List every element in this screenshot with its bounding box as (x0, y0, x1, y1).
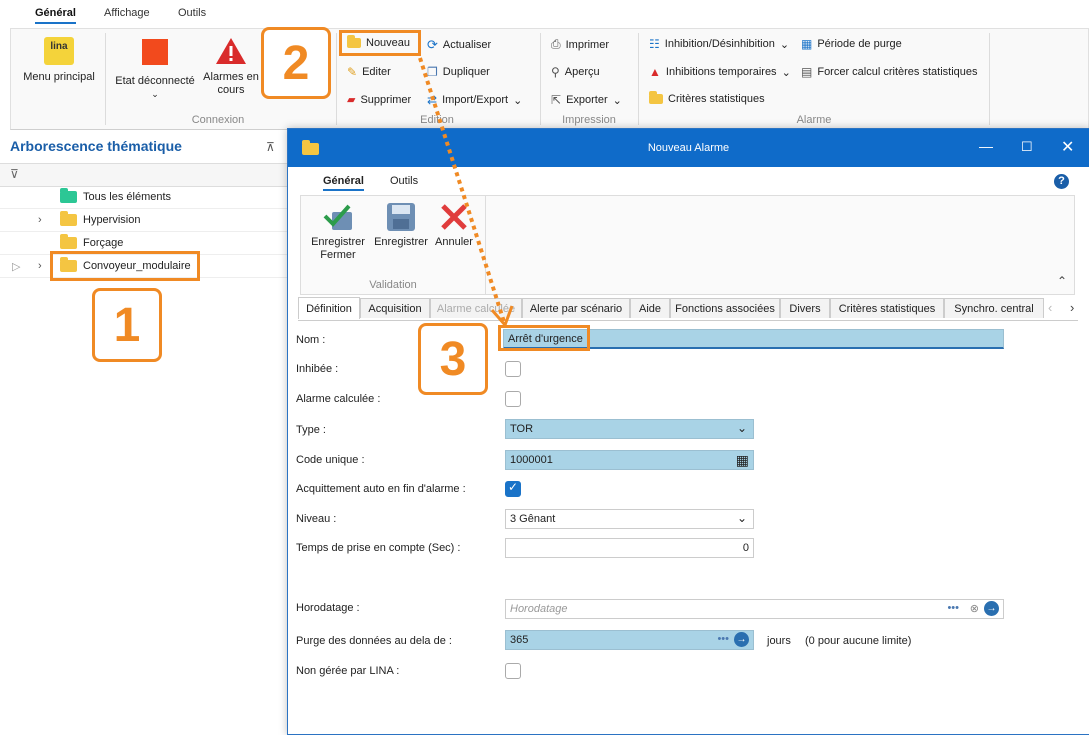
callout-1: 1 (92, 288, 162, 362)
dotted-arrow (418, 57, 514, 328)
callout-3: 3 (418, 323, 488, 395)
callout-2: 2 (261, 27, 331, 99)
